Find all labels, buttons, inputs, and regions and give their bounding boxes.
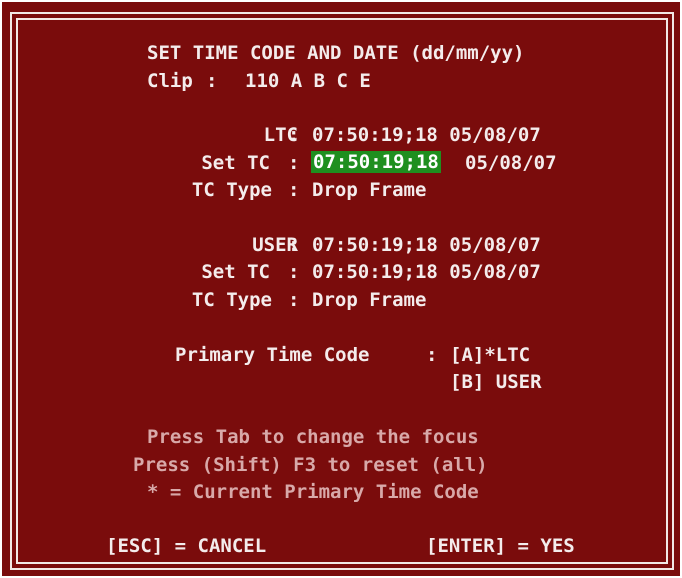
primary-time-code-separator: :	[426, 344, 438, 366]
ltc-set-tc-label: Set TC	[201, 152, 270, 174]
ltc-tc-type-label: TC Type	[191, 179, 272, 201]
dialog-title: SET TIME CODE AND DATE (dd/mm/yy)	[147, 42, 525, 64]
timecode-dialog: SET TIME CODE AND DATE (dd/mm/yy) Clip :…	[2, 2, 680, 576]
user-set-tc-separator: :	[288, 261, 300, 283]
help-primary-legend: * = Current Primary Time Code	[147, 481, 479, 503]
ltc-set-date-field[interactable]: 05/08/07	[465, 152, 557, 174]
user-tc-type-value[interactable]: Drop Frame	[312, 289, 426, 311]
primary-option-user[interactable]: [B] USER	[450, 371, 542, 393]
primary-time-code-label: Primary Time Code	[175, 344, 370, 366]
user-set-tc-field[interactable]: 07:50:19;18 05/08/07	[312, 261, 541, 283]
user-tc-type-label: TC Type	[191, 289, 272, 311]
help-tab-focus: Press Tab to change the focus	[147, 426, 479, 448]
yes-button[interactable]: [ENTER] = YES	[426, 535, 575, 557]
ltc-tc-type-value[interactable]: Drop Frame	[312, 179, 426, 201]
ltc-set-tc-separator: :	[288, 152, 300, 174]
ltc-value: 07:50:19;18 05/08/07	[312, 124, 541, 146]
ltc-separator: :	[288, 124, 300, 146]
ltc-label: LTC	[263, 124, 298, 146]
ltc-set-tc-field[interactable]: 07:50:19;18	[311, 151, 441, 173]
primary-option-ltc[interactable]: [A]*LTC	[450, 344, 530, 366]
user-label: USER	[252, 234, 298, 256]
clip-value: 110 A B C E	[245, 70, 371, 92]
user-value: 07:50:19;18 05/08/07	[312, 234, 541, 256]
cancel-button[interactable]: [ESC] = CANCEL	[106, 535, 266, 557]
user-set-tc-label: Set TC	[201, 261, 270, 283]
user-tc-type-separator: :	[288, 289, 300, 311]
user-separator: :	[288, 234, 300, 256]
clip-label: Clip	[147, 70, 193, 92]
ltc-tc-type-separator: :	[288, 179, 300, 201]
help-reset: Press (Shift) F3 to reset (all)	[133, 454, 488, 476]
clip-separator: :	[206, 70, 218, 92]
